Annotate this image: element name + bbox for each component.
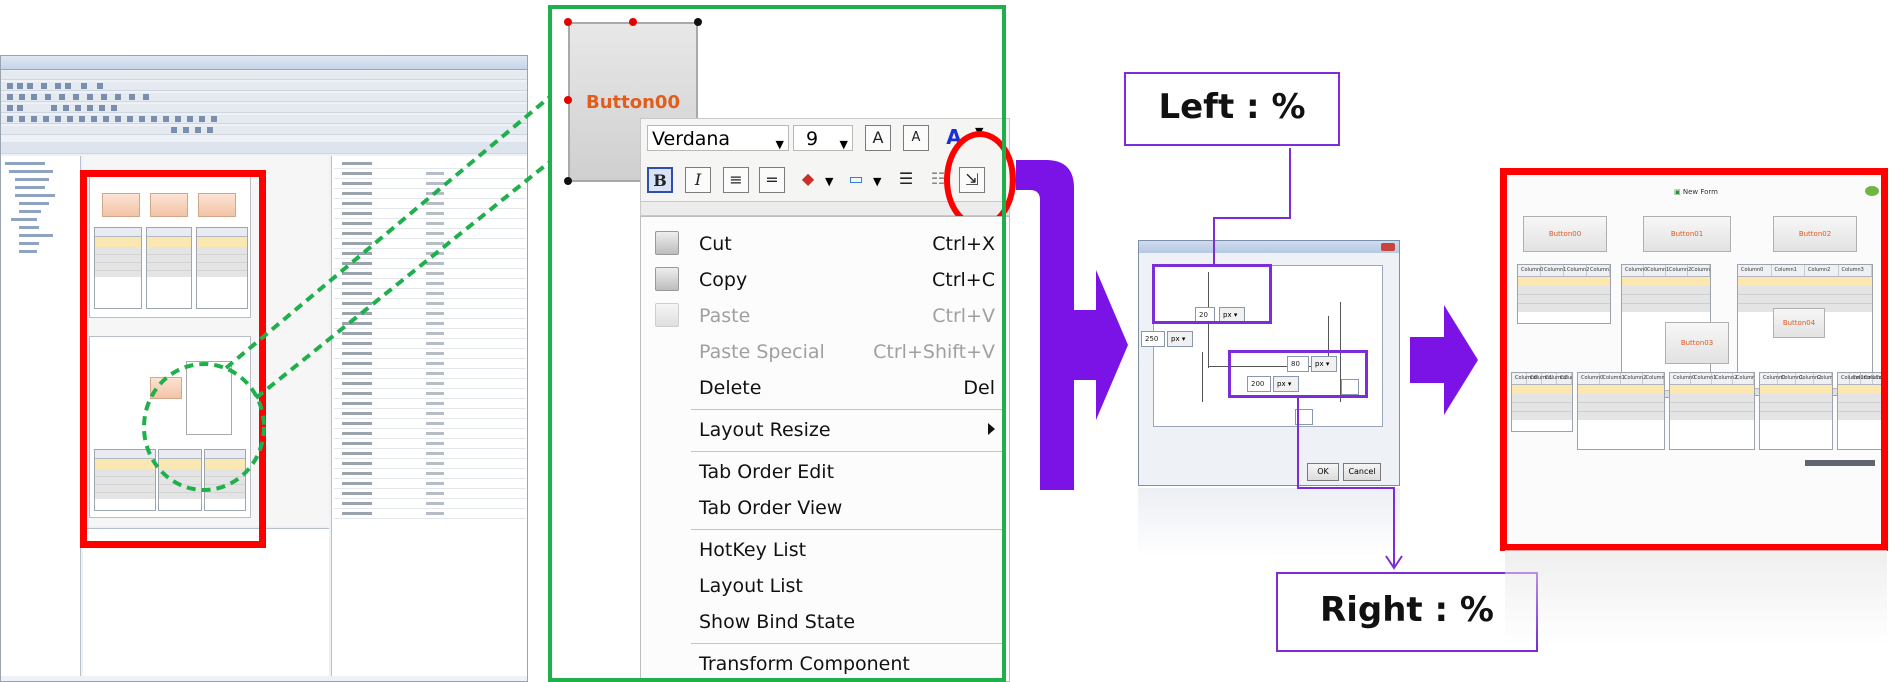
left-percent-callout: Left : %	[1124, 72, 1340, 146]
right-callout-line	[1297, 398, 1395, 566]
right-percent-callout: Right : %	[1276, 572, 1538, 652]
result-form-reflection	[1505, 550, 1887, 646]
left-percent-text: Left : %	[1158, 87, 1306, 127]
right-percent-text: Right : %	[1320, 590, 1494, 630]
result-form-highlight	[1500, 168, 1888, 551]
left-callout-line	[1213, 148, 1291, 264]
